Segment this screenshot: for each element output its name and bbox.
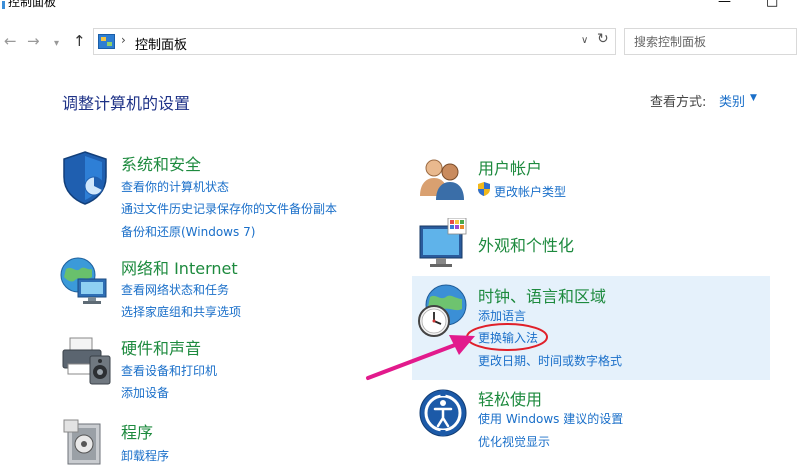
- title-bar: 控制面板 — □: [0, 0, 797, 18]
- category-title[interactable]: 程序: [121, 419, 153, 443]
- category-link[interactable]: 更改日期、时间或数字格式: [478, 352, 622, 369]
- category-link[interactable]: 查看网络状态和任务: [121, 281, 229, 298]
- recent-locations-icon[interactable]: ▾: [54, 35, 59, 53]
- category-title[interactable]: 轻松使用: [478, 386, 542, 410]
- category-link[interactable]: 卸载程序: [121, 447, 169, 464]
- address-bar[interactable]: › 控制面板 ∨ ↻: [93, 28, 616, 55]
- printer-icon[interactable]: [60, 334, 112, 386]
- category-link[interactable]: 更换输入法: [478, 329, 538, 346]
- control-panel-icon: [98, 34, 115, 49]
- minimize-button[interactable]: —: [718, 0, 731, 9]
- chevron-down-icon[interactable]: ∨: [581, 35, 588, 46]
- category-link[interactable]: 使用 Windows 建议的设置: [478, 410, 623, 427]
- category-title[interactable]: 网络和 Internet: [121, 255, 238, 279]
- window-title: 控制面板: [8, 0, 57, 9]
- clock-globe-icon[interactable]: [414, 283, 469, 341]
- navigation-bar: ← → ▾ ↑ › 控制面板 ∨ ↻: [0, 28, 797, 56]
- window-icon: [2, 1, 5, 9]
- breadcrumb-separator-icon[interactable]: ›: [121, 33, 126, 47]
- view-by-caret-icon[interactable]: ▼: [750, 93, 757, 103]
- category-title[interactable]: 用户帐户: [478, 155, 542, 179]
- category-link[interactable]: 添加设备: [121, 384, 169, 401]
- category-link[interactable]: 通过文件历史记录保存你的文件备份副本: [121, 200, 337, 217]
- refresh-icon[interactable]: ↻: [597, 31, 609, 47]
- page-title: 调整计算机的设置: [62, 94, 191, 113]
- category-title[interactable]: 硬件和声音: [121, 335, 201, 359]
- uac-shield-icon: [478, 182, 490, 196]
- category-title[interactable]: 系统和安全: [121, 151, 201, 175]
- shield-icon[interactable]: [60, 150, 110, 205]
- category-link[interactable]: 查看设备和打印机: [121, 362, 217, 379]
- display-icon[interactable]: [418, 218, 468, 270]
- category-title[interactable]: 时钟、语言和区域: [478, 283, 606, 307]
- network-globe-icon[interactable]: [58, 255, 110, 307]
- category-title[interactable]: 外观和个性化: [478, 232, 574, 256]
- up-arrow-icon[interactable]: ↑: [73, 32, 86, 50]
- annotation-overlay: [366, 323, 548, 380]
- breadcrumb[interactable]: 控制面板: [135, 34, 187, 53]
- view-by-label: 查看方式:: [650, 95, 707, 110]
- forward-arrow-icon[interactable]: →: [27, 32, 40, 50]
- view-by-dropdown[interactable]: 类别: [719, 91, 745, 110]
- search-box[interactable]: [624, 28, 797, 55]
- category-link[interactable]: 备份和还原(Windows 7): [121, 223, 255, 240]
- category-link[interactable]: 添加语言: [478, 307, 526, 324]
- maximize-button[interactable]: □: [766, 0, 778, 9]
- category-link[interactable]: 选择家庭组和共享选项: [121, 303, 241, 320]
- category-link[interactable]: 优化视觉显示: [478, 433, 550, 450]
- category-link[interactable]: 查看你的计算机状态: [121, 178, 229, 195]
- search-input[interactable]: [625, 29, 785, 54]
- back-arrow-icon[interactable]: ←: [4, 32, 17, 50]
- program-icon[interactable]: [62, 418, 108, 468]
- category-link[interactable]: 更改帐户类型: [494, 183, 566, 200]
- users-icon[interactable]: [418, 156, 466, 200]
- ease-of-access-icon[interactable]: [418, 388, 468, 438]
